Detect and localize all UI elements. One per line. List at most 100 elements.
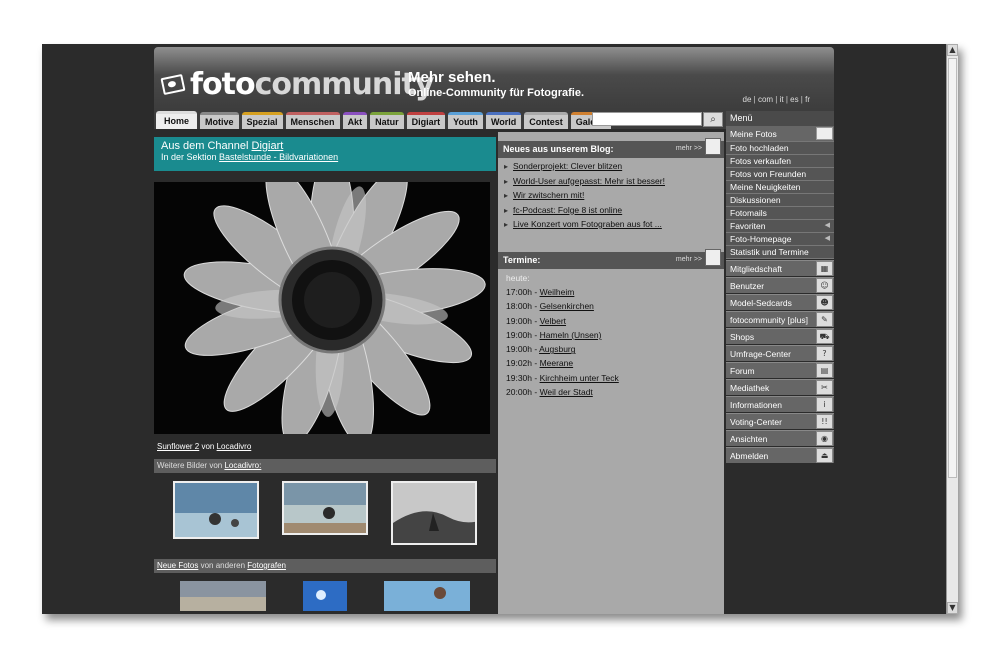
termine-list: heute: 17:00h - Weilheim 18:00h - Gelsen… [498, 269, 724, 402]
tab-world[interactable]: World [485, 112, 522, 129]
sidebar-item-umfrage-center[interactable]: Umfrage-Center? [726, 345, 834, 361]
author-link[interactable]: Locadivro [217, 442, 252, 451]
sidebar-item-voting-center[interactable]: Voting-Center!! [726, 413, 834, 429]
membership-icon: ▦ [816, 261, 833, 276]
sidebar-item-fotos-verkaufen[interactable]: Fotos verkaufen [726, 155, 834, 168]
sidebar-item-ansichten[interactable]: Ansichten ◉ [726, 430, 834, 446]
channel-link[interactable]: Digiart [252, 140, 284, 152]
arrow-left-icon: ◀ [824, 222, 830, 229]
sidebar-item-fc-plus[interactable]: fotocommunity [plus] ✎ [726, 311, 834, 327]
media-icon: ✂ [816, 380, 833, 395]
thumbnail[interactable] [302, 581, 347, 611]
scrollbar[interactable]: ▲ ▼ [946, 44, 958, 614]
blog-link[interactable]: Sonderprojekt: Clever blitzen [513, 161, 622, 171]
tab-akt[interactable]: Akt [342, 112, 368, 129]
thumbnail[interactable] [180, 581, 267, 611]
event-link[interactable]: Weilheim [540, 287, 575, 297]
sidebar-item-label: Voting-Center [730, 417, 782, 427]
lang-it[interactable]: it [780, 95, 784, 104]
tab-digiart[interactable]: Digiart [406, 112, 446, 129]
sidebar-item-foto-hochladen[interactable]: Foto hochladen [726, 142, 834, 155]
blog-link[interactable]: World-User aufgepasst: Mehr ist besser! [513, 176, 665, 186]
tab-spezial[interactable]: Spezial [241, 112, 283, 129]
lang-es[interactable]: es [790, 95, 798, 104]
list-item[interactable]: World-User aufgepasst: Mehr ist besser! [504, 176, 724, 191]
sidebar-item-fotomails[interactable]: Fotomails [726, 207, 834, 220]
event-link[interactable]: Velbert [540, 316, 566, 326]
thumbnail[interactable] [390, 481, 477, 545]
sidebar-item-meine-neuigkeiten[interactable]: Meine Neuigkeiten [726, 181, 834, 194]
sidebar-item-forum[interactable]: Forum ▤ [726, 362, 834, 378]
survey-icon: ? [816, 346, 833, 361]
sidebar-item-statistik[interactable]: Statistik und Termine [726, 246, 834, 259]
blog-link[interactable]: Wir zwitschern mit! [513, 190, 584, 200]
section-link[interactable]: Bastelstunde - Bildvariationen [219, 152, 338, 162]
event-link[interactable]: Kirchheim unter Teck [540, 373, 619, 383]
search-input[interactable] [592, 112, 702, 126]
sidebar-item-model-sedcards[interactable]: Model-Sedcards ☻ [726, 294, 834, 310]
logo-text-community: community [254, 67, 435, 102]
event-link[interactable]: Meerane [540, 358, 574, 368]
sidebar-item-informationen[interactable]: Informationen i [726, 396, 834, 412]
sidebar-item-label: Fotos von Freunden [730, 169, 807, 179]
tab-home[interactable]: Home [156, 111, 198, 129]
event-link[interactable]: Gelsenkirchen [540, 301, 594, 311]
sidebar-item-mediathek[interactable]: Mediathek ✂ [726, 379, 834, 395]
sidebar-item-meine-fotos[interactable]: Meine Fotos [726, 126, 834, 142]
photo-caption: Sunflower 2 von Locadivro [154, 434, 496, 459]
photo-title-link[interactable]: Sunflower 2 [157, 442, 199, 451]
more-from-author-link[interactable]: Locadivro: [224, 461, 261, 470]
sidebar-item-shops[interactable]: Shops ⛟ [726, 328, 834, 344]
blog-title: Neues aus unserem Blog: [503, 144, 614, 154]
list-item[interactable]: Live Konzert vom Fotograben aus fot ... [504, 219, 724, 234]
photographers-link[interactable]: Fotografen [247, 561, 286, 570]
logo[interactable]: fotocommunity [160, 67, 435, 102]
eye-icon: ◉ [816, 431, 833, 446]
channel-banner: Aus dem Channel Digiart In der Sektion B… [154, 137, 496, 171]
author-thumbnails [154, 473, 496, 559]
sidebar-item-favoriten[interactable]: Favoriten ◀ [726, 220, 834, 233]
sidebar-item-diskussionen[interactable]: Diskussionen [726, 194, 834, 207]
sidebar-item-abmelden[interactable]: Abmelden ⏏ [726, 447, 834, 463]
lang-com[interactable]: com [758, 95, 773, 104]
sidebar-item-mitgliedschaft[interactable]: Mitgliedschaft ▦ [726, 260, 834, 276]
thumbnail[interactable] [173, 481, 260, 539]
scroll-down-icon[interactable]: ▼ [947, 602, 958, 614]
featured-photo[interactable] [154, 182, 490, 434]
list-item[interactable]: Wir zwitschern mit! [504, 190, 724, 205]
new-photos-link[interactable]: Neue Fotos [157, 561, 198, 570]
thumbnail[interactable] [281, 481, 368, 535]
blog-more-link[interactable]: mehr >> [676, 145, 702, 152]
search: ⌕ [592, 112, 723, 127]
blog-link[interactable]: fc-Podcast: Folge 8 ist online [513, 205, 622, 215]
list-item: 19:30h - Kirchheim unter Teck [506, 373, 724, 387]
sidebar-item-label: Statistik und Termine [730, 247, 809, 257]
event-time: 19:00h - [506, 315, 540, 326]
search-icon[interactable]: ⌕ [703, 112, 723, 127]
sidebar-item-fotos-von-freunden[interactable]: Fotos von Freunden [726, 168, 834, 181]
sidebar-item-benutzer[interactable]: Benutzer ☺ [726, 277, 834, 293]
tab-contest[interactable]: Contest [524, 112, 568, 129]
lang-de[interactable]: de [743, 95, 752, 104]
tab-natur[interactable]: Natur [370, 112, 404, 129]
camera-icon [160, 73, 186, 96]
thumbnail[interactable] [383, 581, 470, 611]
tab-menschen[interactable]: Menschen [285, 112, 340, 129]
event-link[interactable]: Hameln (Unsen) [540, 330, 602, 340]
lang-fr[interactable]: fr [805, 95, 810, 104]
list-item[interactable]: Sonderprojekt: Clever blitzen [504, 161, 724, 176]
scroll-up-icon[interactable]: ▲ [947, 44, 958, 56]
termine-more-link[interactable]: mehr >> [676, 256, 702, 263]
scroll-thumb[interactable] [948, 58, 957, 478]
list-item: 20:00h - Weil der Stadt [506, 387, 724, 401]
tab-youth[interactable]: Youth [448, 112, 483, 129]
list-item[interactable]: fc-Podcast: Folge 8 ist online [504, 205, 724, 220]
list-item: 19:00h - Augsburg [506, 344, 724, 358]
event-time: 20:00h - [506, 387, 540, 398]
calendar-icon [705, 248, 721, 266]
tab-motive[interactable]: Motive [200, 112, 239, 129]
event-link[interactable]: Weil der Stadt [540, 387, 593, 397]
blog-link[interactable]: Live Konzert vom Fotograben aus fot ... [513, 219, 662, 229]
event-link[interactable]: Augsburg [539, 344, 575, 354]
sidebar-item-foto-homepage[interactable]: Foto-Homepage ◀ [726, 233, 834, 246]
